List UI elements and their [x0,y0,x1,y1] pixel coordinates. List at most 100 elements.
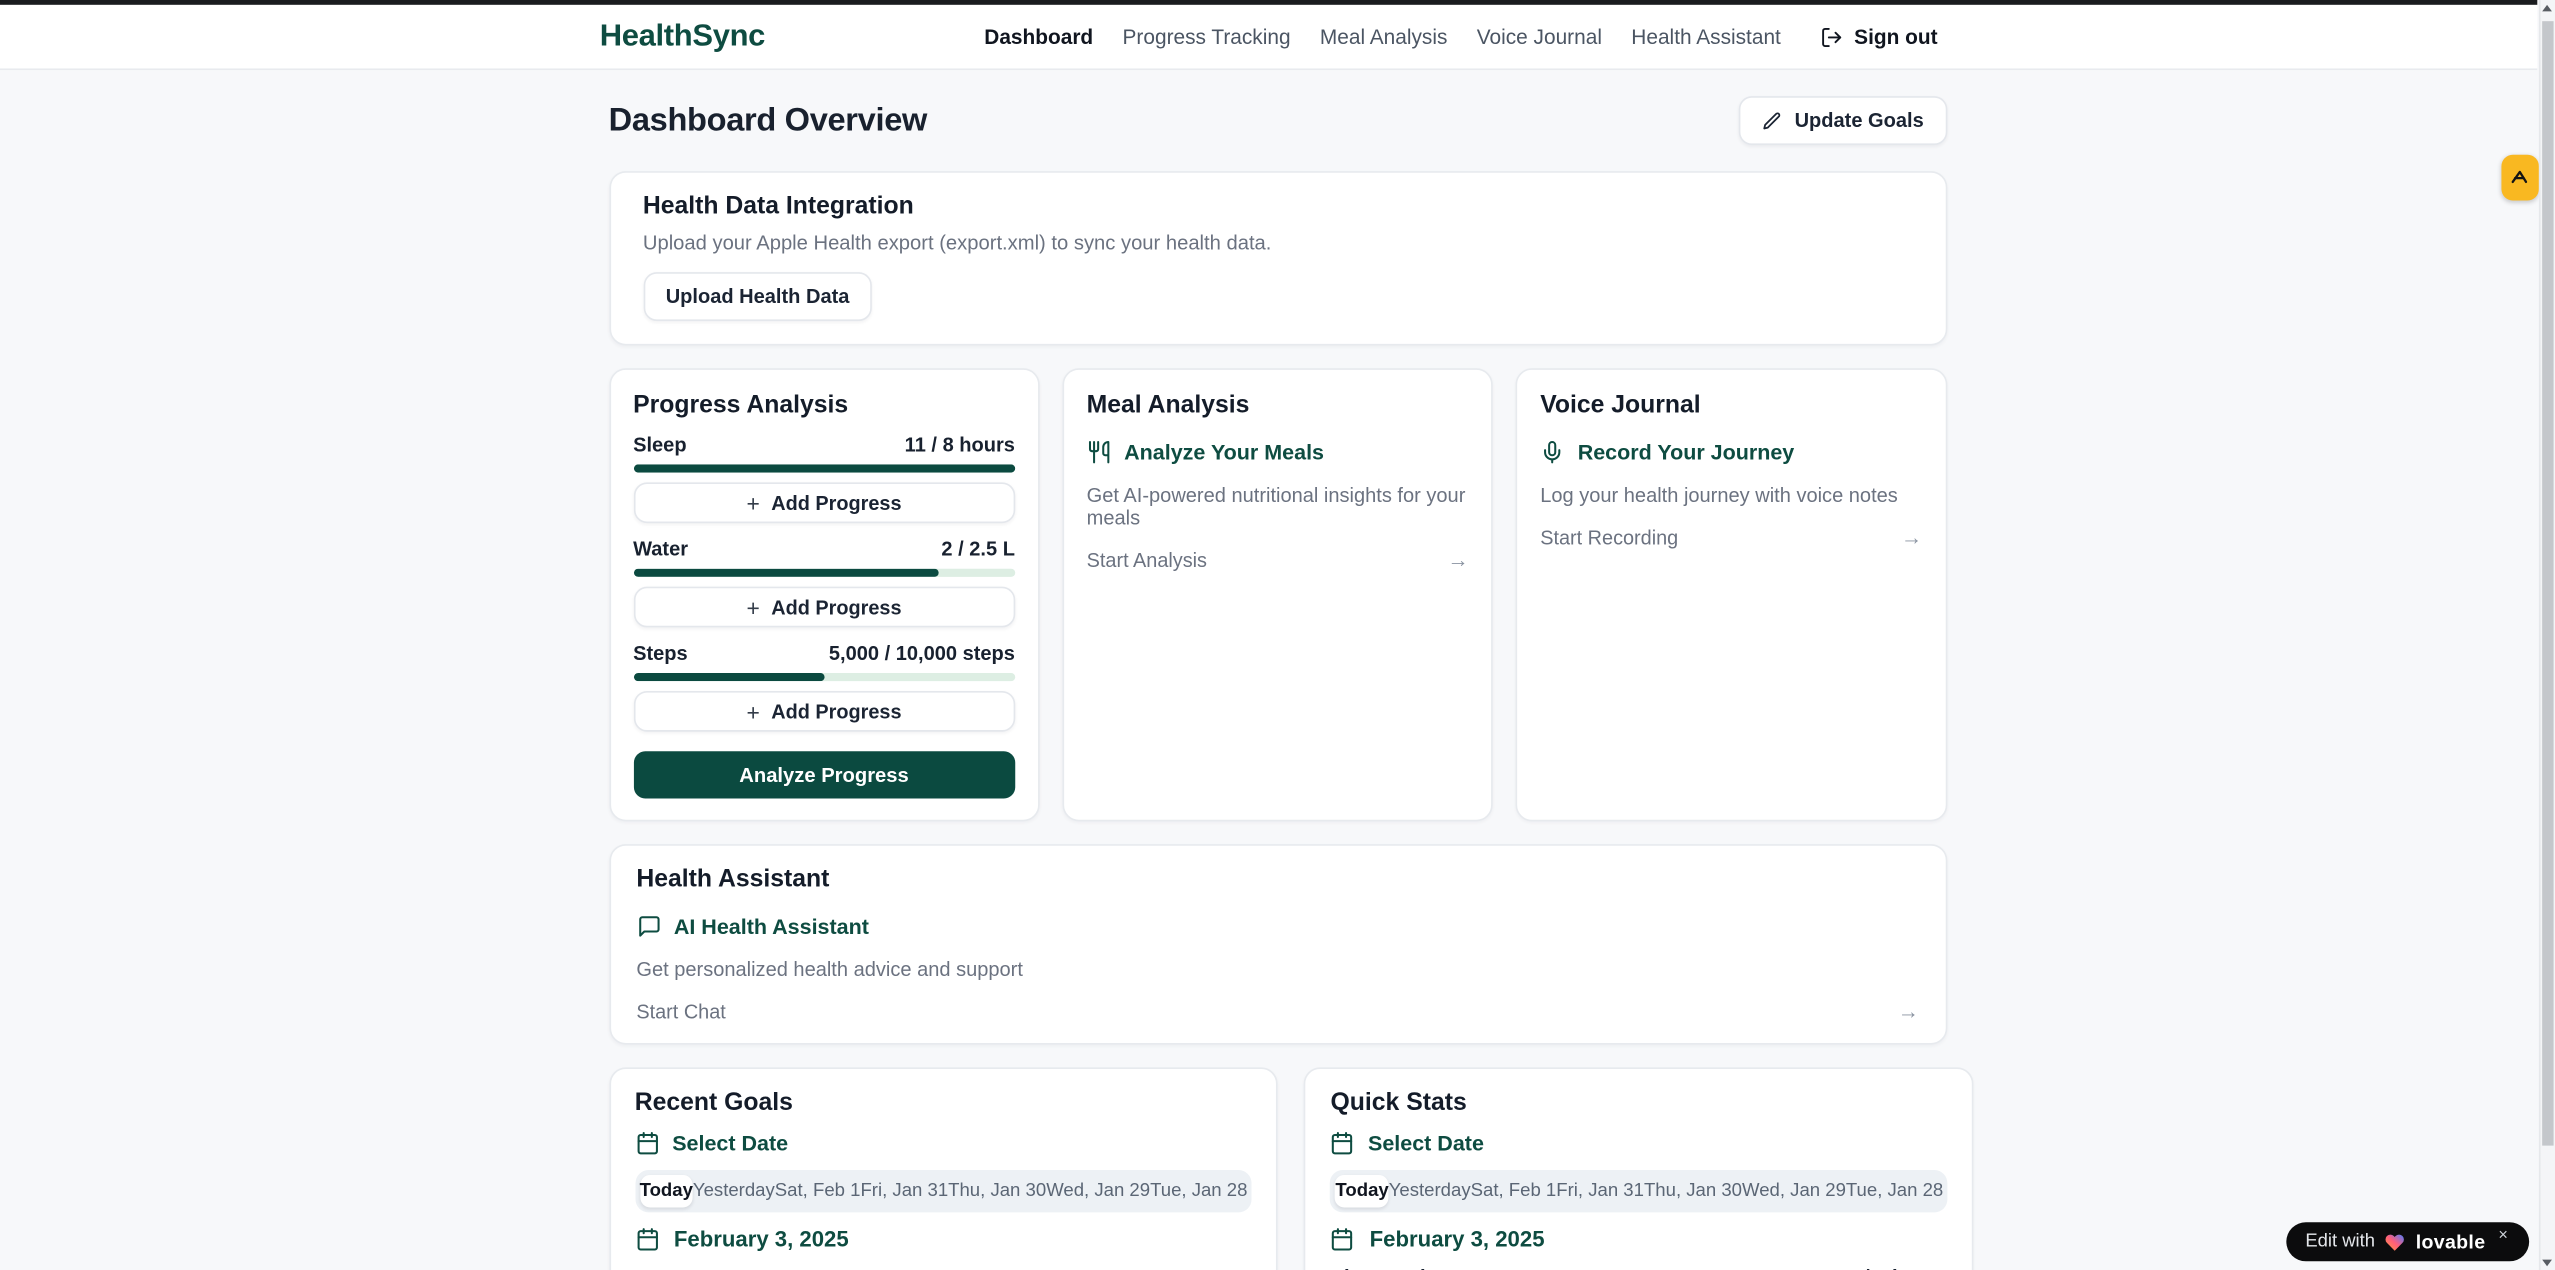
date-tab-today[interactable]: Today [1335,1175,1388,1208]
progress-title: Progress Analysis [633,391,1015,419]
metric-label: Steps [633,642,688,665]
water-progress-bar [633,569,1015,577]
start-recording-label: Start Recording [1540,526,1678,549]
add-progress-label: Add Progress [771,491,901,514]
date-tab[interactable]: Fri, Jan 31 [860,1175,948,1208]
start-recording-action[interactable]: Start Recording → [1540,525,1922,549]
nav-item-voice-journal[interactable]: Voice Journal [1477,24,1602,48]
date-tab[interactable]: Wed, Jan 29 [1742,1175,1846,1208]
arrow-right-icon: → [1901,525,1922,549]
lovable-label: lovable [2416,1230,2486,1253]
metric-value: 2 / 2.5 L [941,538,1015,561]
add-progress-label: Add Progress [771,700,901,723]
steps-progress-bar [633,673,1015,681]
brand-logo[interactable]: HealthSync [600,19,765,55]
add-progress-button[interactable]: + Add Progress [633,482,1015,523]
start-analysis-label: Start Analysis [1087,548,1207,571]
date-tab[interactable]: Thu, Jan 30 [1644,1175,1742,1208]
scroll-up-button[interactable] [2540,0,2555,16]
update-goals-button[interactable]: Update Goals [1739,96,1946,145]
plus-icon: + [747,700,760,723]
calendar-icon [1331,1131,1355,1155]
microphone-icon [1540,440,1564,464]
close-icon[interactable]: × [2498,1226,2508,1244]
chat-bubble-icon [636,914,660,938]
date-tab[interactable]: Sat, Feb 1 [775,1175,861,1208]
header-inner: HealthSync Dashboard Progress Tracking M… [600,5,1938,69]
date-tab[interactable]: Tue, Jan 28 [1846,1175,1943,1208]
progress-fill [633,569,938,577]
date-tab[interactable]: Fri, Jan 31 [1556,1175,1644,1208]
lovable-launcher-button[interactable] [2501,155,2538,201]
sleep-progress-bar [633,464,1015,472]
current-date[interactable]: February 3, 2025 [1331,1227,1949,1251]
sign-out-icon [1820,25,1843,48]
analyze-your-meals-link[interactable]: Analyze Your Meals [1087,440,1469,464]
date-tab[interactable]: Tue, Jan 28 [1150,1175,1247,1208]
date-tabs: Today Yesterday Sat, Feb 1 Fri, Jan 31 T… [1331,1170,1949,1212]
assistant-title: Health Assistant [636,865,1918,893]
metric-water: Water 2 / 2.5 L + Add Progress [633,538,1015,628]
date-tab[interactable]: Sat, Feb 1 [1471,1175,1557,1208]
nav-item-meal-analysis[interactable]: Meal Analysis [1320,24,1448,48]
quick-stats-card: Quick Stats Select Date Today Yesterday … [1304,1067,1974,1270]
sleep-today-row: Sleep Today 11 / 8 hours [1331,1266,1949,1270]
sign-out-label: Sign out [1854,24,1937,48]
stat-label: Sleep Today [1331,1266,1448,1270]
current-date-label: February 3, 2025 [674,1227,849,1251]
integration-title: Health Data Integration [643,192,1912,220]
start-analysis-action[interactable]: Start Analysis → [1087,548,1469,572]
scrollbar[interactable] [2538,0,2555,1270]
main-nav: Dashboard Progress Tracking Meal Analysi… [984,24,1937,48]
sign-out-button[interactable]: Sign out [1820,24,1938,48]
upload-health-data-button[interactable]: Upload Health Data [643,272,872,321]
voice-link-label: Record Your Journey [1578,440,1795,464]
heart-icon [2385,1231,2406,1252]
date-tab[interactable]: Thu, Jan 30 [948,1175,1046,1208]
nav-item-health-assistant[interactable]: Health Assistant [1631,24,1781,48]
voice-journal-card: Voice Journal Record Your Journey Log yo… [1516,368,1947,821]
quick-stats-title: Quick Stats [1331,1089,1949,1117]
metric-label: Water [633,538,688,561]
select-date-label: Select Date [1368,1131,1484,1155]
current-date[interactable]: February 3, 2025 [635,1227,1253,1251]
nav-item-dashboard[interactable]: Dashboard [984,24,1093,48]
metric-value: 11 / 8 hours [905,433,1015,456]
page-title: Dashboard Overview [609,102,927,139]
meal-link-label: Analyze Your Meals [1124,440,1324,464]
add-progress-button[interactable]: + Add Progress [633,587,1015,628]
assistant-link-label: AI Health Assistant [674,914,869,938]
calendar-icon [1331,1227,1355,1251]
nav-item-progress-tracking[interactable]: Progress Tracking [1123,24,1291,48]
date-tab[interactable]: Wed, Jan 29 [1046,1175,1150,1208]
scrollbar-thumb[interactable] [2542,21,2553,1145]
meal-description: Get AI-powered nutritional insights for … [1087,484,1469,530]
edit-with-lovable-badge[interactable]: Edit with lovable × [2286,1222,2529,1261]
scroll-down-button[interactable] [2540,1255,2555,1270]
date-tab-yesterday[interactable]: Yesterday [1389,1175,1471,1208]
feature-cards-row: Progress Analysis Sleep 11 / 8 hours + A… [609,368,1947,821]
date-tab-today[interactable]: Today [640,1175,693,1208]
metric-label: Sleep [633,433,686,456]
recent-goals-card: Recent Goals Select Date Today Yesterday… [609,1067,1279,1270]
date-tab-yesterday[interactable]: Yesterday [693,1175,775,1208]
add-progress-button[interactable]: + Add Progress [633,691,1015,732]
select-date-button[interactable]: Select Date [635,1131,1253,1155]
metric-steps: Steps 5,000 / 10,000 steps + Add Progres… [633,642,1015,732]
main-content: Dashboard Overview Update Goals Health D… [609,70,1947,1270]
metric-sleep: Sleep 11 / 8 hours + Add Progress [633,433,1015,523]
health-assistant-card: Health Assistant AI Health Assistant Get… [609,844,1947,1044]
meal-analysis-card: Meal Analysis Analyze Your Meals Get AI-… [1062,368,1493,821]
select-date-button[interactable]: Select Date [1331,1131,1949,1155]
pencil-icon [1762,110,1783,131]
start-chat-action[interactable]: Start Chat → [636,999,1918,1023]
header: HealthSync Dashboard Progress Tracking M… [0,5,2537,70]
stat-value: 11 / 8 hours [1837,1266,1948,1270]
bottom-cards-row: Recent Goals Select Date Today Yesterday… [609,1067,1947,1270]
ai-health-assistant-link[interactable]: AI Health Assistant [636,914,1918,938]
progress-fill [633,673,824,681]
record-your-journey-link[interactable]: Record Your Journey [1540,440,1922,464]
down-arrow-icon [2543,1260,2553,1267]
analyze-progress-button[interactable]: Analyze Progress [633,751,1015,798]
current-date-label: February 3, 2025 [1370,1227,1545,1251]
